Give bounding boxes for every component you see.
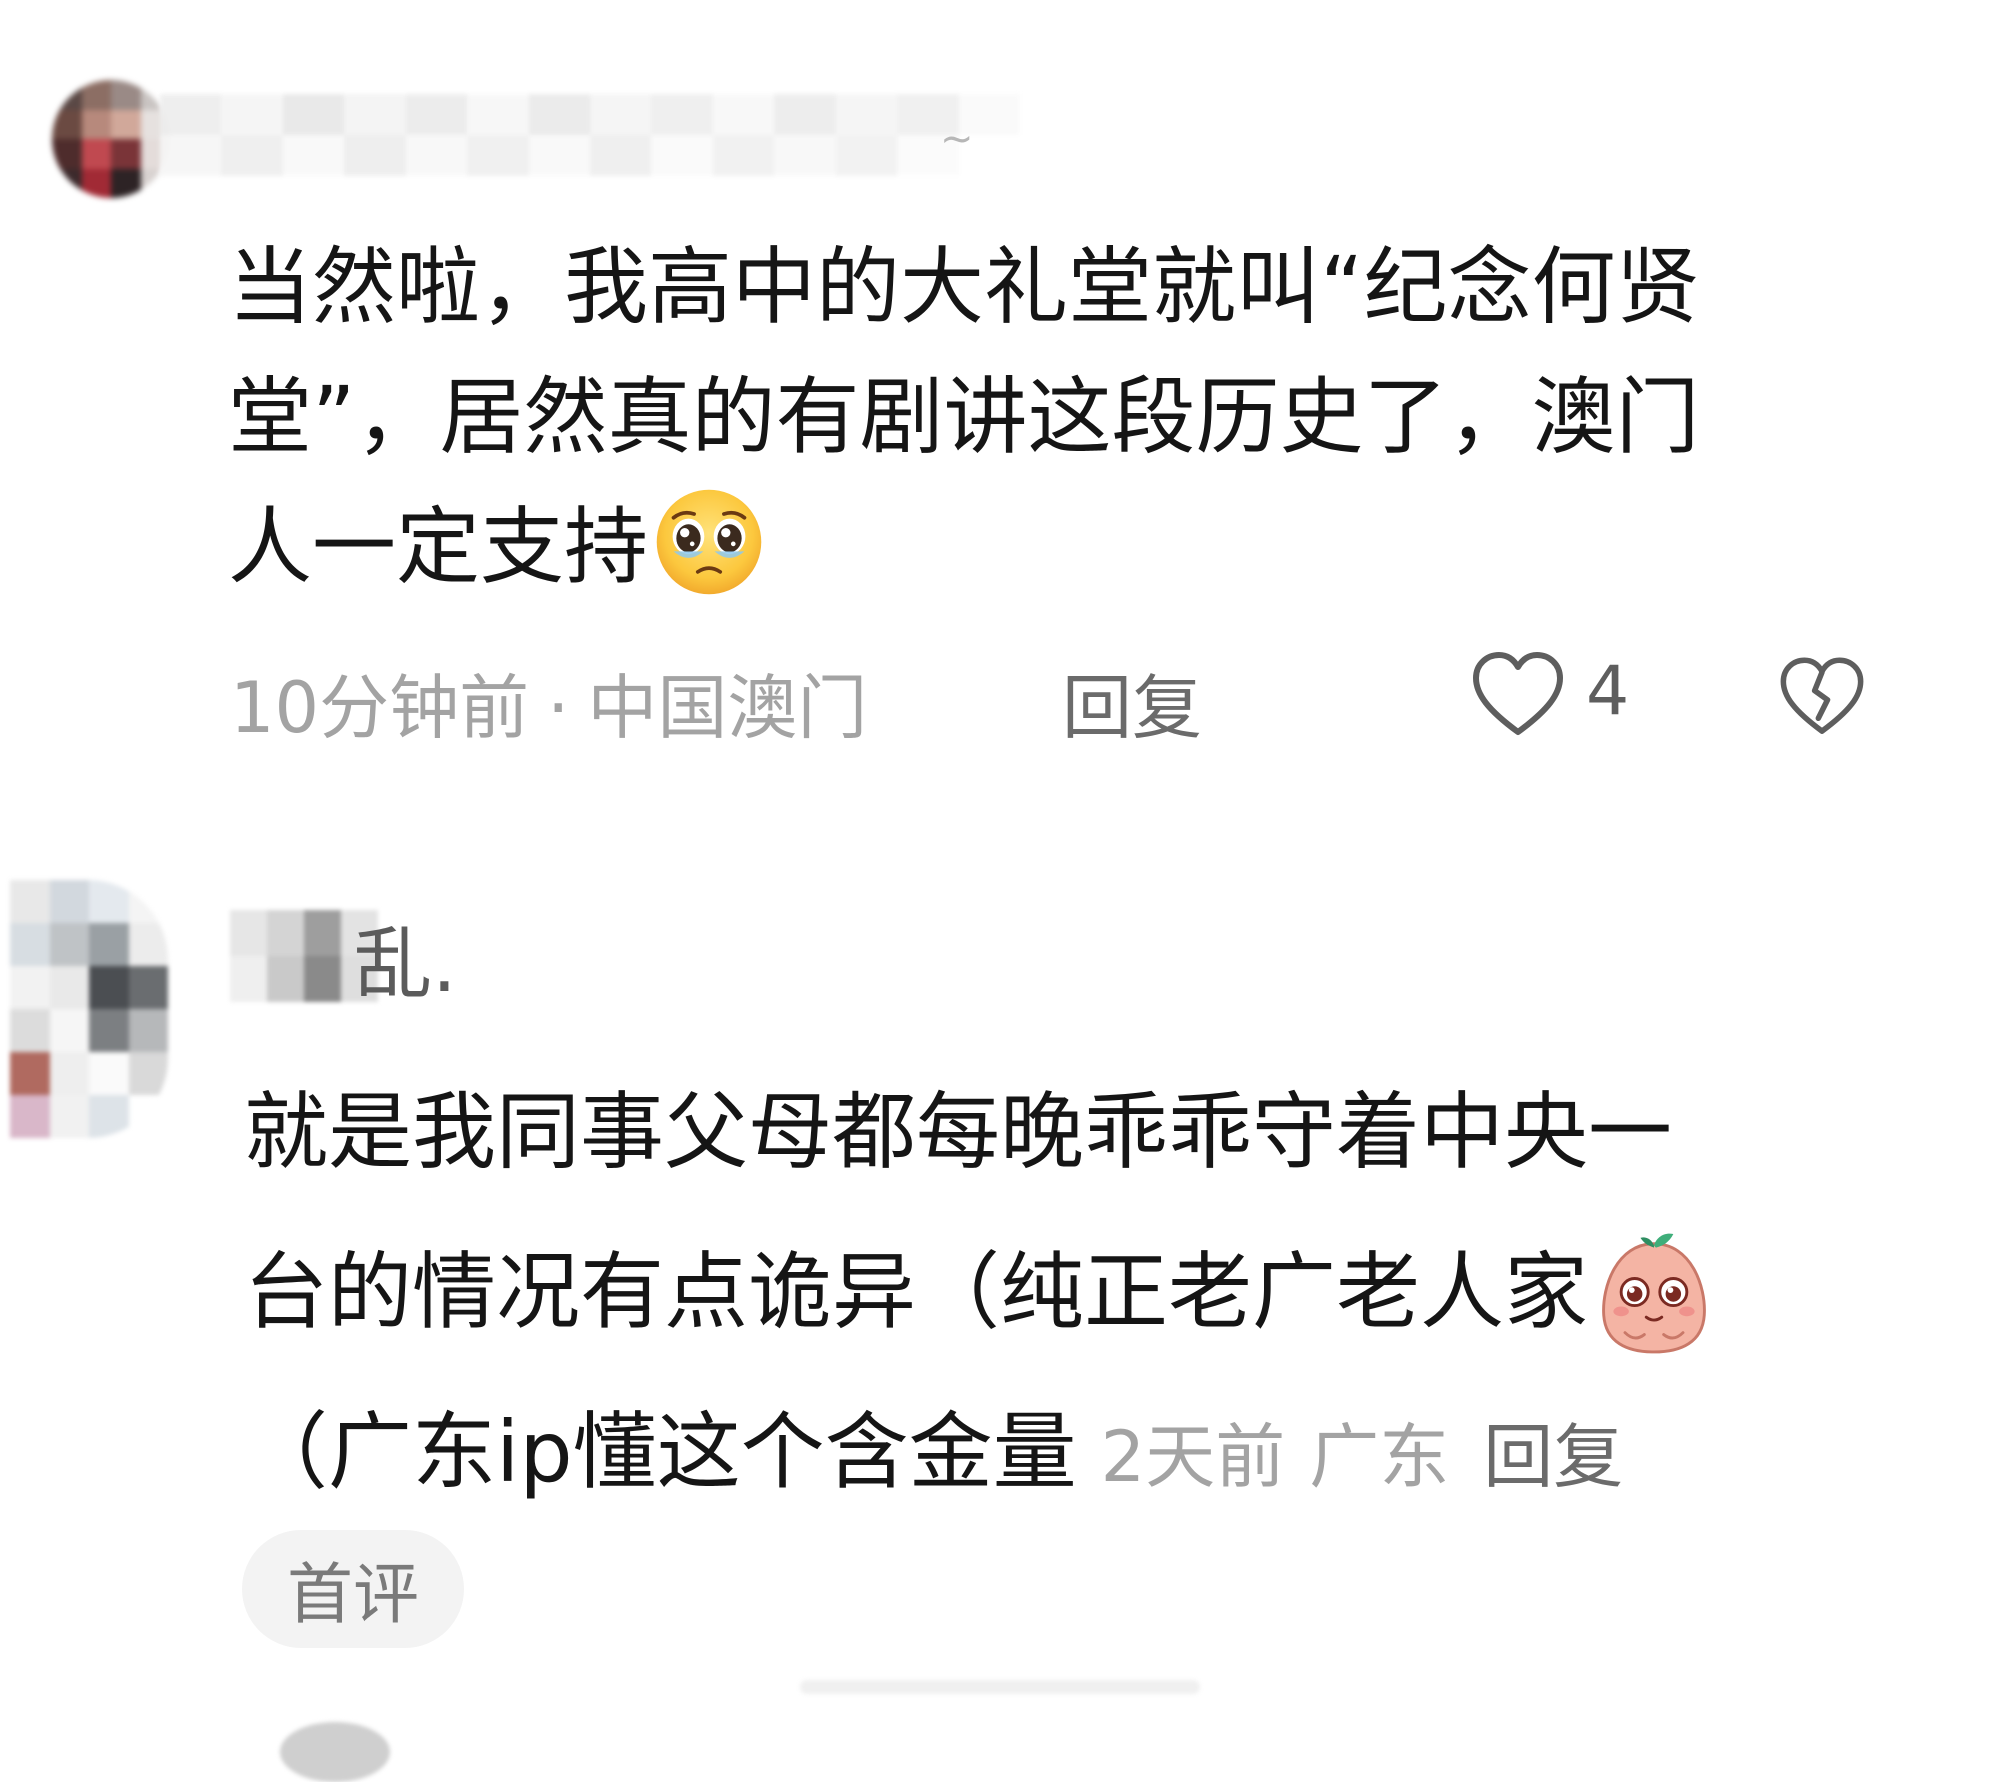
meta-separator: ·	[547, 667, 570, 749]
divider	[800, 1680, 1200, 1694]
comment-text-line: 当然啦，我高中的大礼堂就叫“纪念何贤	[228, 238, 1700, 336]
pleading-face-icon	[656, 489, 762, 595]
avatar	[280, 1722, 390, 1782]
avatar[interactable]	[10, 880, 168, 1138]
comment-text-line: 就是我同事父母都每晚乖乖守着中央一	[244, 1083, 1673, 1181]
comment-text: 当然啦，我高中的大礼堂就叫“纪念何贤 堂”，居然真的有剧讲这段历史了，澳门 人一…	[228, 222, 1868, 612]
avatar[interactable]	[52, 80, 170, 198]
username[interactable]: 乱.	[354, 902, 457, 1014]
like-count: 4	[1586, 652, 1630, 731]
comment-text-line: （广东ip懂这个含金量	[244, 1403, 1077, 1501]
peach-face-icon	[1602, 1233, 1706, 1354]
reply-button[interactable]: 回复	[1062, 652, 1202, 753]
username-redacted	[160, 94, 1020, 176]
heart-icon[interactable]	[1466, 646, 1570, 746]
reply-button[interactable]: 回复	[1483, 1416, 1623, 1498]
comment-location: 广东	[1309, 1416, 1450, 1498]
comment-text-line: 堂”，居然真的有剧讲这段历史了，澳门	[228, 368, 1700, 466]
comment-time: 10分钟前	[230, 667, 530, 749]
comment-time: 2天前	[1100, 1416, 1286, 1498]
comment-location: 中国澳门	[587, 667, 868, 749]
comment-meta: 10分钟前 · 中国澳门	[230, 652, 867, 753]
comment-text-line: 台的情况有点诡异（纯正老广老人家	[244, 1243, 1589, 1341]
comment-text-line: 人一定支持	[228, 498, 649, 596]
username-tail[interactable]: ~	[940, 116, 976, 162]
first-comment-badge: 首评	[242, 1530, 464, 1648]
comment-text: 就是我同事父母都每晚乖乖守着中央一 台的情况有点诡异（纯正老广老人家 （广东ip…	[244, 1052, 1984, 1537]
broken-heart-icon[interactable]	[1774, 652, 1870, 744]
